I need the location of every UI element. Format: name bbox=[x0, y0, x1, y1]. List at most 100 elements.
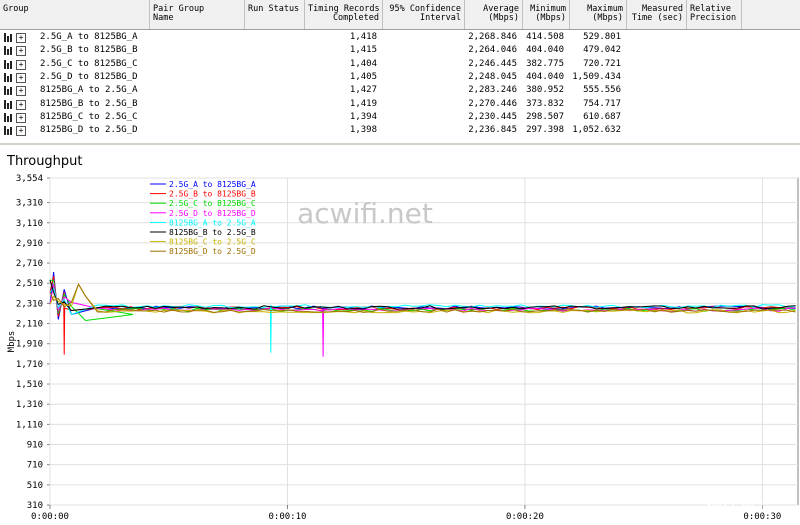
pair-bars-icon bbox=[4, 33, 13, 42]
row-group-name: 8125BG_D to 2.5G_D bbox=[40, 125, 138, 136]
pair-bars-icon bbox=[4, 99, 13, 109]
results-table: Group Pair Group Name Run Status Timing Rec… bbox=[0, 0, 800, 138]
y-tick-label: 3,110 bbox=[16, 219, 43, 229]
row-avg: 2,283.246 bbox=[468, 85, 517, 96]
y-tick-label: 2,110 bbox=[16, 320, 43, 330]
table-row[interactable]: +8125BG_C to 2.5G_C 1,394 2,230.445 298.507… bbox=[0, 111, 800, 124]
y-tick-label: 2,310 bbox=[16, 299, 43, 309]
row-avg: 2,270.446 bbox=[468, 98, 517, 109]
row-min: 414.508 bbox=[526, 32, 564, 42]
row-max: 1,509.434 bbox=[572, 71, 621, 82]
row-max: 720.721 bbox=[583, 58, 621, 69]
y-tick-label: 2,510 bbox=[16, 279, 43, 289]
x-tick-label: 0:00:20 bbox=[506, 512, 544, 522]
corner-watermark: SMYZ.NET bbox=[704, 498, 766, 512]
y-tick-label: 2,710 bbox=[16, 259, 43, 269]
column-header-6[interactable]: Minimum (Mbps) bbox=[523, 0, 570, 29]
row-min: 404.040 bbox=[526, 45, 564, 56]
row-records: 1,404 bbox=[349, 58, 377, 69]
row-group-name: 8125BG_A to 2.5G_A bbox=[40, 85, 138, 96]
y-axis-label: Mbps bbox=[7, 331, 17, 353]
column-header-1[interactable]: Pair Group Name bbox=[150, 0, 245, 29]
row-avg: 2,230.445 bbox=[468, 111, 517, 122]
column-header-0[interactable]: Group bbox=[0, 0, 150, 29]
y-tick-label: 1,110 bbox=[16, 420, 43, 430]
column-header-4[interactable]: 95% Confidence Interval bbox=[383, 0, 465, 29]
row-records: 1,418 bbox=[349, 32, 377, 42]
expand-plus-icon[interactable]: + bbox=[16, 72, 26, 83]
y-tick-label: 310 bbox=[27, 501, 43, 511]
legend-label-5: 8125BG_B to 2.5G_B bbox=[169, 228, 256, 237]
row-avg: 2,248.045 bbox=[468, 71, 517, 82]
row-avg: 2,246.445 bbox=[468, 58, 517, 69]
row-group-name: 8125BG_B to 2.5G_B bbox=[40, 98, 138, 109]
column-header-5[interactable]: Average (Mbps) bbox=[465, 0, 523, 29]
legend-label-0: 2.5G_A to 8125BG_A bbox=[169, 180, 256, 189]
row-records: 1,427 bbox=[349, 85, 377, 96]
table-row[interactable]: +2.5G_D to 8125BG_D 1,405 2,248.045 404.040… bbox=[0, 71, 800, 84]
row-records: 1,419 bbox=[349, 98, 377, 109]
row-min: 382.775 bbox=[526, 58, 564, 69]
pair-bars-icon bbox=[4, 72, 13, 82]
expand-plus-icon[interactable]: + bbox=[16, 59, 26, 70]
pair-bars-icon bbox=[4, 126, 13, 136]
row-min: 298.507 bbox=[526, 111, 564, 122]
y-tick-label: 3,554 bbox=[16, 174, 43, 184]
table-row[interactable]: +2.5G_C to 8125BG_C 1,404 2,246.445 382.775… bbox=[0, 58, 800, 71]
row-min: 404.040 bbox=[526, 71, 564, 82]
row-max: 1,052.632 bbox=[572, 125, 621, 136]
row-max: 479.042 bbox=[583, 45, 621, 56]
y-tick-label: 1,310 bbox=[16, 400, 43, 410]
expand-plus-icon[interactable]: + bbox=[16, 112, 26, 123]
row-group-name: 2.5G_C to 8125BG_C bbox=[40, 58, 138, 69]
row-group-name: 2.5G_B to 8125BG_B bbox=[40, 45, 138, 56]
legend-label-4: 8125BG_A to 2.5G_A bbox=[169, 218, 256, 227]
legend-label-7: 8125BG_D to 2.5G_D bbox=[169, 247, 256, 256]
y-tick-label: 3,310 bbox=[16, 199, 43, 209]
expand-plus-icon[interactable]: + bbox=[16, 86, 26, 97]
throughput-chart: 3,554 3,310 3,110 2,910 2,710 2,510 2,310 2,110… bbox=[7, 174, 799, 522]
column-header-8[interactable]: Measured Time (sec) bbox=[627, 0, 687, 29]
row-records: 1,405 bbox=[349, 71, 377, 82]
y-tick-label: 710 bbox=[27, 461, 43, 471]
column-header-9[interactable]: Relative Precision bbox=[687, 0, 742, 29]
watermark-text: acwifi.net bbox=[297, 197, 433, 230]
expand-plus-icon[interactable]: + bbox=[16, 99, 26, 110]
expand-plus-icon[interactable]: + bbox=[16, 46, 26, 57]
row-max: 610.687 bbox=[583, 111, 621, 122]
row-group-name: 2.5G_D to 8125BG_D bbox=[40, 71, 138, 82]
y-tick-label: 1,910 bbox=[16, 340, 43, 350]
legend-label-3: 2.5G_D to 8125BG_D bbox=[169, 209, 256, 218]
table-row[interactable]: +2.5G_B to 8125BG_B 1,415 2,264.046 404.040… bbox=[0, 44, 800, 57]
y-tick-label: 510 bbox=[27, 481, 43, 491]
pair-bars-icon bbox=[4, 59, 13, 69]
table-row[interactable]: +2.5G_A to 8125BG_A 1,418 2,268.846 414.508… bbox=[0, 31, 800, 44]
table-row[interactable]: +8125BG_A to 2.5G_A 1,427 2,283.246 380.952… bbox=[0, 84, 800, 97]
column-header-3[interactable]: Timing Records Completed bbox=[305, 0, 383, 29]
legend-label-6: 8125BG_C to 2.5G_C bbox=[169, 238, 256, 247]
row-group-name: 8125BG_C to 2.5G_C bbox=[40, 111, 138, 122]
row-records: 1,398 bbox=[349, 125, 377, 136]
y-tick-label: 910 bbox=[27, 441, 43, 451]
pair-bars-icon bbox=[4, 46, 13, 56]
column-header-2[interactable]: Run Status bbox=[245, 0, 305, 29]
row-max: 529.801 bbox=[583, 32, 621, 42]
row-group-name: 2.5G_A to 8125BG_A bbox=[40, 32, 138, 42]
y-tick-label: 1,510 bbox=[16, 380, 43, 390]
table-row[interactable]: +8125BG_B to 2.5G_B 1,419 2,270.446 373.832… bbox=[0, 98, 800, 111]
x-tick-label: 0:00:30 bbox=[743, 512, 781, 522]
legend-label-1: 2.5G_B to 8125BG_B bbox=[169, 190, 256, 199]
row-avg: 2,236.845 bbox=[468, 125, 517, 136]
throughput-panel: 3,554 3,310 3,110 2,910 2,710 2,510 2,310 2,110… bbox=[0, 143, 800, 525]
y-tick-label: 2,910 bbox=[16, 239, 43, 249]
table-row[interactable]: +8125BG_D to 2.5G_D 1,398 2,236.845 297.398… bbox=[0, 124, 800, 137]
y-tick-label: 1,710 bbox=[16, 360, 43, 370]
expand-plus-icon[interactable]: + bbox=[16, 126, 26, 137]
chart-title: Throughput bbox=[7, 154, 83, 169]
row-max: 754.717 bbox=[583, 98, 621, 109]
expand-plus-icon[interactable]: + bbox=[16, 33, 26, 43]
table-header: Group Pair Group Name Run Status Timing Rec… bbox=[0, 0, 800, 30]
column-header-7[interactable]: Maximum (Mbps) bbox=[570, 0, 627, 29]
row-avg: 2,268.846 bbox=[468, 32, 517, 42]
row-avg: 2,264.046 bbox=[468, 45, 517, 56]
